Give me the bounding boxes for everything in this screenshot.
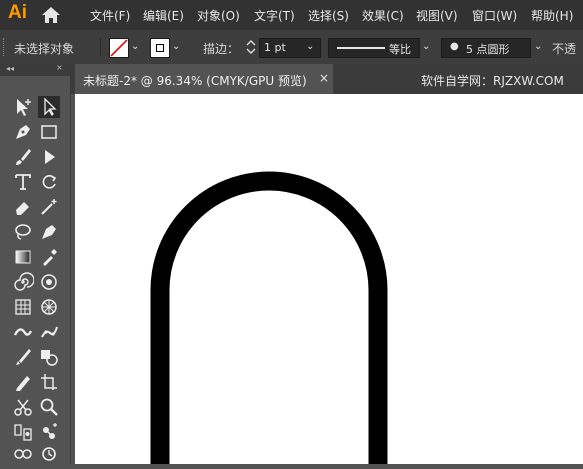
stroke-swatch[interactable]: [150, 38, 170, 58]
rotate-icon[interactable]: [38, 171, 60, 193]
pen-icon[interactable]: [12, 121, 34, 143]
gradient-icon[interactable]: [12, 246, 34, 268]
menu-help[interactable]: 帮助(H): [531, 7, 573, 24]
app-logo: Ai: [8, 2, 27, 23]
variable-width-profile[interactable]: 等比: [328, 38, 420, 58]
watermark-text: 软件自学网：RJZXW.COM: [421, 74, 564, 88]
stroke-label: 描边：: [203, 42, 240, 56]
control-bar: 未选择对象 ⌄ ⌄ 描边： 1 pt ⌄ 等比 ⌄ ● 5 点圆形 ⌄ 不透: [0, 30, 583, 65]
hand-icon[interactable]: [38, 443, 60, 465]
menu-window[interactable]: 窗口(W): [472, 7, 517, 24]
fill-swatch[interactable]: [109, 38, 129, 58]
artboard-icon[interactable]: [38, 371, 60, 393]
paintbrush-icon[interactable]: [12, 146, 34, 168]
lasso-icon[interactable]: [12, 221, 34, 243]
scissors-icon[interactable]: [12, 396, 34, 418]
grip-handle[interactable]: [3, 38, 7, 56]
chevron-down-icon[interactable]: ⌄: [306, 41, 314, 52]
menu-select[interactable]: 选择(S): [308, 7, 349, 24]
symbol-sprayer-icon[interactable]: [38, 271, 60, 293]
menu-object[interactable]: 对象(O): [197, 7, 240, 24]
type-icon[interactable]: [12, 171, 34, 193]
blob-brush-icon[interactable]: [12, 346, 34, 368]
menu-file[interactable]: 文件(F): [90, 7, 130, 24]
menu-view[interactable]: 视图(V): [416, 7, 458, 24]
opacity-label[interactable]: 不透: [552, 40, 576, 57]
shape-builder-icon[interactable]: [38, 346, 60, 368]
stroke-stepper[interactable]: [245, 38, 257, 56]
tool-panel: [0, 64, 71, 464]
slice-icon[interactable]: [12, 421, 34, 443]
blend-icon[interactable]: [12, 443, 34, 465]
document-tab-title: 未标题-2* @ 96.34% (CMYK/GPU 预览): [83, 74, 307, 88]
chevron-down-icon[interactable]: ⌄: [534, 41, 542, 52]
curvature-icon[interactable]: [38, 221, 60, 243]
profile-line: [337, 47, 385, 49]
brush-definition[interactable]: ● 5 点圆形: [441, 38, 531, 58]
close-panel-icon[interactable]: ×: [56, 63, 63, 72]
eyedropper-icon[interactable]: [38, 246, 60, 268]
document-tab[interactable]: 未标题-2* @ 96.34% (CMYK/GPU 预览) ×: [75, 64, 333, 94]
dot-icon: ●: [450, 41, 459, 52]
tool-panel-header: ◂◂ ×: [0, 63, 70, 76]
menu-bar: Ai 文件(F) 编辑(E) 对象(O) 文字(T) 选择(S) 效果(C) 视…: [0, 0, 583, 30]
close-icon[interactable]: ×: [319, 71, 329, 85]
menu-edit[interactable]: 编辑(E): [143, 7, 184, 24]
artboard-canvas[interactable]: [75, 94, 583, 464]
spiral-icon[interactable]: [12, 271, 35, 293]
arch-shape[interactable]: [75, 94, 583, 464]
mesh-icon[interactable]: [12, 296, 34, 318]
home-icon[interactable]: [40, 6, 62, 24]
chevron-down-icon[interactable]: ⌄: [422, 41, 430, 52]
divider: [100, 38, 101, 56]
chevron-down-icon[interactable]: ⌄: [172, 41, 180, 52]
document-tab-bar: 未标题-2* @ 96.34% (CMYK/GPU 预览) × 软件自学网：RJ…: [71, 64, 583, 94]
shaper-icon[interactable]: [38, 146, 60, 168]
magic-wand-icon[interactable]: [38, 196, 60, 218]
puppet-warp-icon[interactable]: [38, 321, 60, 343]
width-icon[interactable]: [12, 321, 34, 343]
zoom-icon[interactable]: [38, 396, 60, 418]
chevron-down-icon[interactable]: ⌄: [131, 41, 139, 52]
direct-selection-icon[interactable]: [38, 96, 60, 118]
perspective-grid-icon[interactable]: [38, 296, 60, 318]
selection-status: 未选择对象: [14, 42, 75, 56]
menu-type[interactable]: 文字(T): [254, 7, 295, 24]
collapse-icon[interactable]: ◂◂: [6, 64, 14, 73]
pencil-icon[interactable]: [12, 371, 34, 393]
rectangle-icon[interactable]: [38, 121, 60, 143]
eraser-icon[interactable]: [12, 196, 34, 218]
live-paint-icon[interactable]: [38, 421, 60, 443]
selection-icon[interactable]: [12, 96, 34, 118]
menu-effect[interactable]: 效果(C): [362, 7, 404, 24]
stroke-weight-field[interactable]: 1 pt ⌄: [259, 38, 321, 58]
